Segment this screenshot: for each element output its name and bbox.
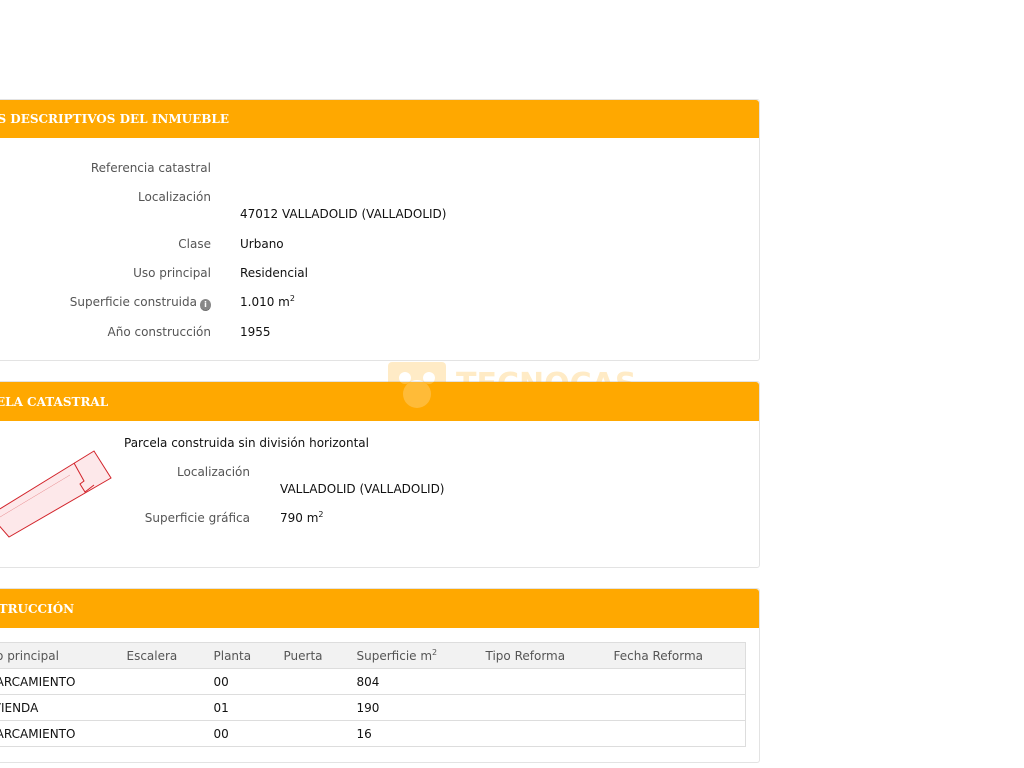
uso-value: Residencial (240, 266, 308, 280)
cell: VIVIENDA (0, 694, 127, 721)
cell: APARCAMIENTO (0, 726, 76, 741)
section-title: PARCELA CATASTRAL (0, 394, 109, 409)
superficie-grafica-number: 790 m (280, 511, 319, 525)
datos-descriptivos-panel: DATOS DESCRIPTIVOS DEL INMUEBLE (0, 99, 760, 361)
cell (127, 721, 214, 747)
section-title: CONSTRUCCIÓN (0, 601, 75, 616)
table-header-row: Uso principal Escalera Planta Puerta Sup… (0, 642, 746, 669)
anio-value: 1955 (240, 325, 271, 339)
section-header: PARCELA CATASTRAL (0, 382, 759, 421)
superficie-label-text: Superficie construida (69, 295, 197, 309)
col-escalera: Escalera (126, 642, 214, 669)
cell (485, 668, 614, 695)
superficie-construida-value: 1.010 m2 (240, 294, 295, 310)
cell: 00 (213, 726, 229, 741)
unit-exponent: 2 (318, 510, 324, 519)
parcela-localizacion-value: VALLADOLID (VALLADOLID) (280, 482, 445, 496)
cell (283, 668, 357, 695)
parcela-localizacion-label: Localización (177, 465, 250, 479)
parcel-map[interactable] (0, 440, 120, 545)
localizacion-label: Localización (138, 190, 211, 204)
anio-label: Año construcción (107, 325, 212, 339)
parcel-shape (0, 450, 112, 538)
col-tipo-reforma: Tipo Reforma (485, 642, 614, 669)
construccion-table: Uso principal Escalera Planta Puerta Sup… (0, 642, 746, 747)
superficie-construida-number: 1.010 m (240, 295, 290, 309)
cell: 00 (213, 668, 284, 695)
info-icon[interactable]: i (200, 299, 211, 311)
cell (486, 721, 614, 747)
table-row: VIVIENDA 01 190 (0, 694, 746, 721)
cell (613, 668, 746, 695)
cell: 16 (356, 726, 372, 741)
cell: 190 (356, 694, 486, 721)
col-superficie: Superficie m2 (356, 642, 486, 669)
cell (126, 694, 214, 721)
col-planta: Planta (213, 642, 284, 669)
section-header: DATOS DESCRIPTIVOS DEL INMUEBLE (0, 100, 759, 138)
cell (614, 721, 746, 747)
cell: 804 (356, 668, 486, 695)
cell: APARCAMIENTO (0, 668, 127, 695)
cell (284, 721, 357, 747)
section-title: DATOS DESCRIPTIVOS DEL INMUEBLE (0, 112, 229, 126)
col-uso-principal: Uso principal (0, 642, 127, 669)
col-puerta: Puerta (283, 642, 357, 669)
cell (613, 694, 746, 721)
cell (283, 694, 357, 721)
col-fecha-reforma: Fecha Reforma (613, 642, 746, 669)
clase-label: Clase (178, 237, 211, 251)
table-row: APARCAMIENTO 00 16 (0, 721, 746, 747)
table-row: APARCAMIENTO 00 804 (0, 668, 746, 695)
section-header: CONSTRUCCIÓN (0, 589, 759, 628)
cell (126, 668, 214, 695)
uso-label: Uso principal (133, 266, 211, 280)
clase-value: Urbano (240, 237, 284, 251)
cell: 01 (213, 694, 284, 721)
referencia-label: Referencia catastral (90, 161, 211, 175)
unit-exponent: 2 (432, 647, 438, 657)
unit-exponent: 2 (289, 294, 295, 303)
parcela-description: Parcela construida sin división horizont… (124, 436, 369, 450)
superficie-grafica-value: 790 m2 (280, 510, 324, 526)
localizacion-value: 47012 VALLADOLID (VALLADOLID) (240, 207, 447, 221)
superficie-construida-label: Superficie construida i (0, 295, 211, 311)
col-superficie-text: Superficie m (356, 648, 433, 663)
cell (485, 694, 614, 721)
superficie-grafica-label: Superficie gráfica (144, 511, 250, 525)
